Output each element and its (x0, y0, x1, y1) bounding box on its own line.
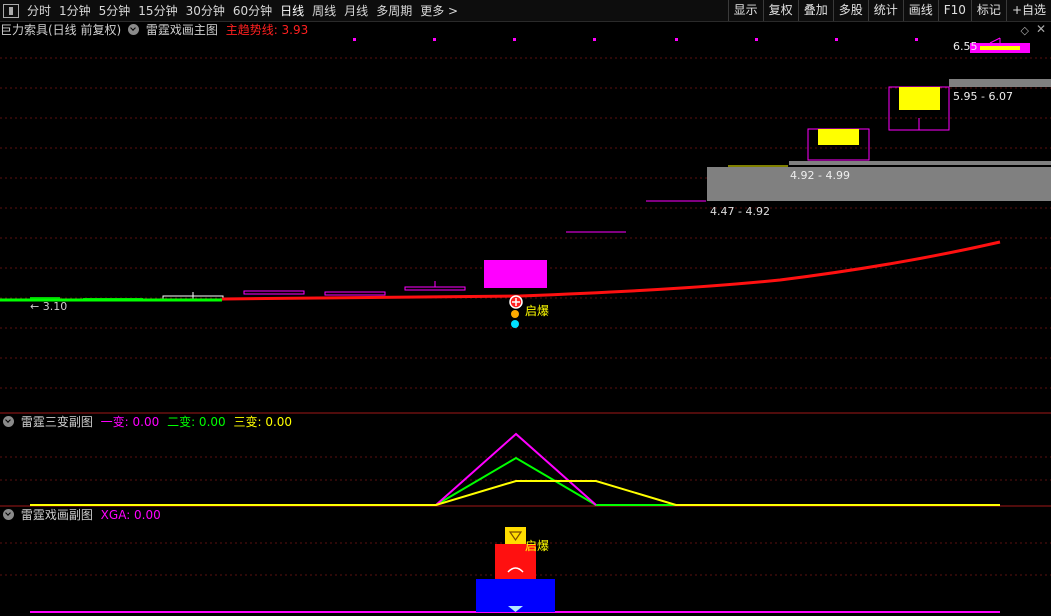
zone-gray-2 (789, 161, 1051, 165)
sub2-signal-label: 启爆 (525, 539, 550, 553)
sub1-header: 雷霆三变副图 一变: 0.00 二变: 0.00 三变: 0.00 (0, 414, 292, 430)
zone-gray-1 (707, 167, 1051, 201)
zone-label-2: 4.92 - 4.99 (790, 169, 850, 182)
top-price-label: 6.55 (953, 40, 978, 53)
sub1-dropdown-icon[interactable] (3, 416, 14, 427)
sub2-title[interactable]: 雷霆戏画副图 (21, 508, 93, 522)
signal-butterfly-icon (511, 320, 519, 328)
trend-line-red (221, 240, 1001, 301)
sub1-value-1: 一变: 0.00 (100, 415, 160, 429)
top-marker-dots (353, 38, 918, 41)
zone-label-1: 4.47 - 4.92 (710, 205, 770, 218)
left-price-label: ← 3.10 (30, 300, 68, 313)
sub1-lines (30, 432, 1000, 506)
sub2-dropdown-icon[interactable] (3, 509, 14, 520)
sub1-value-3: 三变: 0.00 (233, 415, 293, 429)
signal-flower-icon (511, 310, 519, 318)
sub1-value-2: 二变: 0.00 (167, 415, 226, 429)
signal-label: 启爆 (525, 304, 550, 318)
zone-gray-3 (949, 79, 1051, 87)
zone-label-3: 5.95 - 6.07 (953, 90, 1013, 103)
sub2-header: 雷霆戏画副图 XGA: 0.00 (0, 507, 161, 523)
sub1-title[interactable]: 雷霆三变副图 (21, 415, 93, 429)
sub2-bars (30, 527, 1000, 613)
sub2-value: XGA: 0.00 (100, 508, 161, 522)
